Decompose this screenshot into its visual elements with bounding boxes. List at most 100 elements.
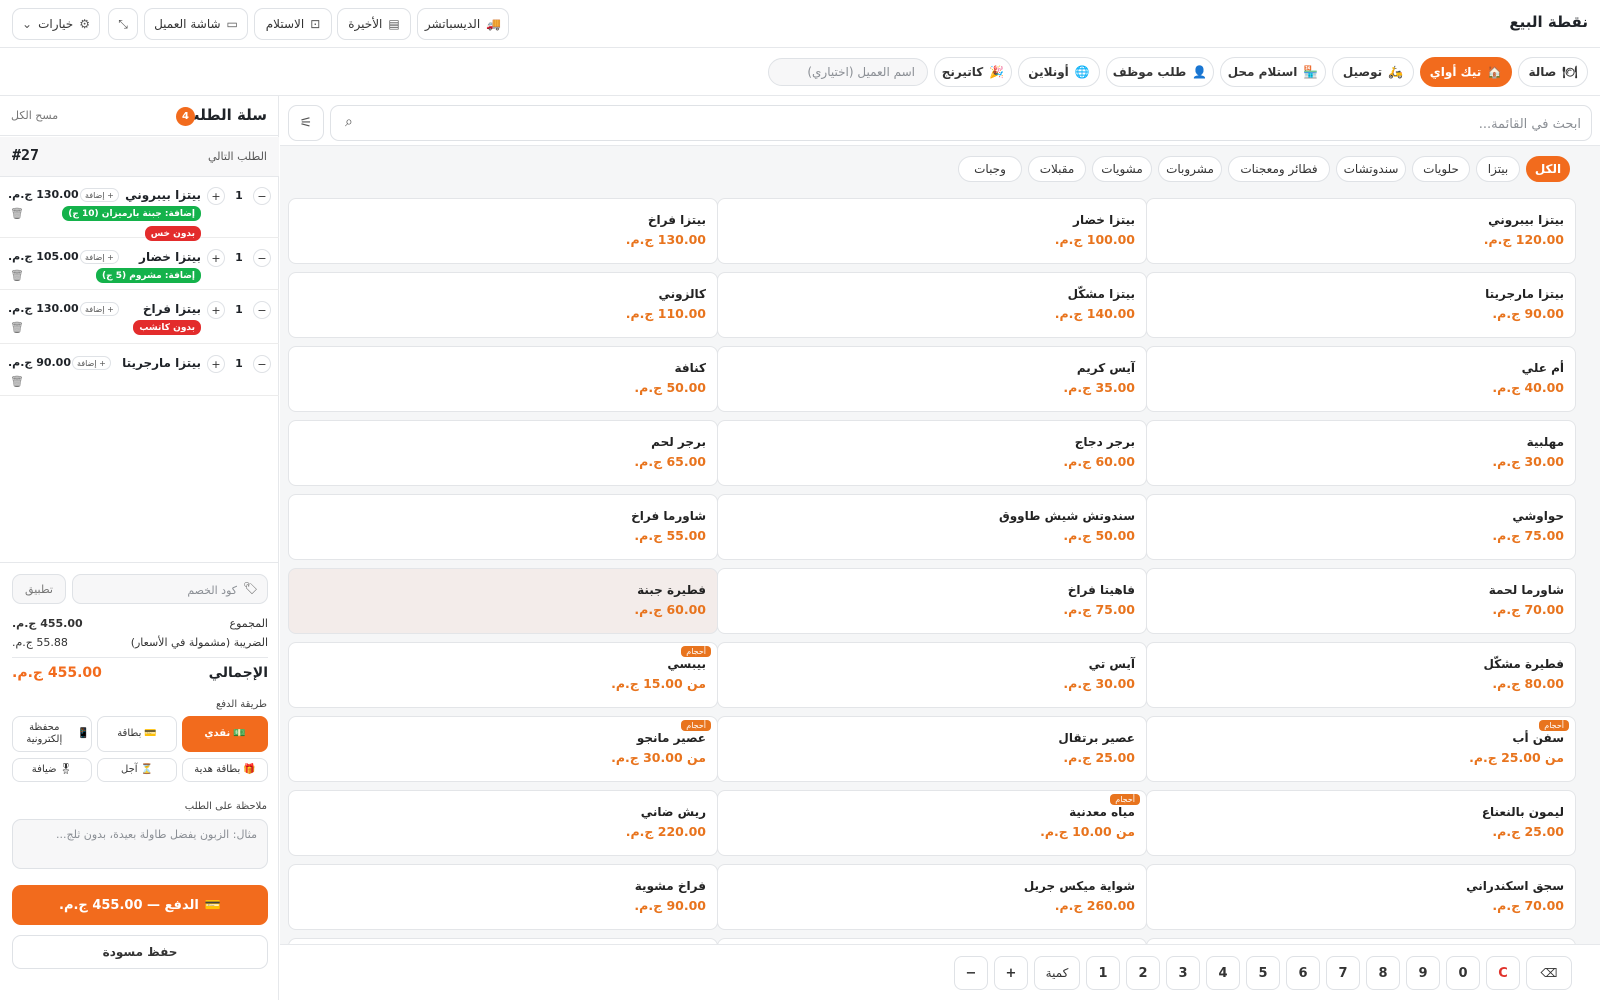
product-card[interactable]: بيتزا مشكّل 140.00 ج.م. [717, 272, 1147, 338]
product-card[interactable]: بيتزا فراخ 130.00 ج.م. [288, 198, 718, 264]
category-tab[interactable]: مشويات [1092, 156, 1152, 182]
product-card[interactable]: بيتزا مارجريتا 90.00 ج.م. [1146, 272, 1576, 338]
order-type-online[interactable]: 🌐 أونلاين [1018, 57, 1100, 87]
key-plus[interactable]: + [994, 956, 1028, 990]
pay-button[interactable]: 💳 الدفع — 455.00 ج.م. [12, 885, 268, 925]
pickup-button[interactable]: ⊡ الاستلام [254, 8, 332, 40]
decrease-button[interactable]: − [253, 301, 271, 319]
category-tab[interactable]: مشروبات [1158, 156, 1222, 182]
product-card[interactable]: فطيرة مشكّل 80.00 ج.م. [1146, 642, 1576, 708]
decrease-button[interactable]: − [253, 187, 271, 205]
product-card[interactable]: مهلبية 30.00 ج.م. [1146, 420, 1576, 486]
dispatcher-button[interactable]: 🚚 الديسباتشر [417, 8, 509, 40]
category-tab[interactable]: حلويات [1412, 156, 1470, 182]
key-9[interactable]: 9 [1406, 956, 1440, 990]
key-0[interactable]: 0 [1446, 956, 1480, 990]
product-card[interactable]: برجر لحم 65.00 ج.م. [288, 420, 718, 486]
product-card[interactable]: شاورما فراخ 55.00 ج.م. [288, 494, 718, 560]
key-2[interactable]: 2 [1126, 956, 1160, 990]
payment-wallet[interactable]: 📱 محفظة إلكترونية [12, 716, 92, 752]
product-card[interactable]: آيس كريم 35.00 ج.م. [717, 346, 1147, 412]
product-card[interactable]: سجق اسكندراني 70.00 ج.م. [1146, 864, 1576, 930]
product-card[interactable]: برجر دجاج 60.00 ج.م. [717, 420, 1147, 486]
product-card[interactable]: أحجام سفن أب من 25.00 ج.م. [1146, 716, 1576, 782]
product-card[interactable]: ريش ضاني 220.00 ج.م. [288, 790, 718, 856]
apply-coupon-button[interactable]: تطبيق [12, 574, 66, 604]
product-card[interactable]: فاهيتا فراخ 75.00 ج.م. [717, 568, 1147, 634]
key-minus[interactable]: − [954, 956, 988, 990]
product-card[interactable]: بيتزا بيبروني 120.00 ج.م. [1146, 198, 1576, 264]
trash-icon[interactable]: 🗑 [10, 375, 24, 388]
key-5[interactable]: 5 [1246, 956, 1280, 990]
coupon-input[interactable] [87, 581, 237, 599]
add-extra-button[interactable]: + إضافة [80, 250, 119, 264]
product-card[interactable]: أم علي 40.00 ج.م. [1146, 346, 1576, 412]
filter-button[interactable]: ⚟ [288, 105, 324, 141]
product-card[interactable]: فراخ مشوية 90.00 ج.م. [288, 864, 718, 930]
product-card[interactable]: أحجام مياه معدنية من 10.00 ج.م. [717, 790, 1147, 856]
payment-gift[interactable]: 🎁 بطاقة هدية [182, 758, 268, 782]
product-card[interactable]: آيس تي 30.00 ج.م. [717, 642, 1147, 708]
recent-orders-button[interactable]: ▤ الأخيرة [337, 8, 411, 40]
fullscreen-exit-button[interactable]: ⤡ [108, 8, 138, 40]
key-clear[interactable]: C [1486, 956, 1520, 990]
product-card[interactable]: شاورما لحمة 70.00 ج.م. [1146, 568, 1576, 634]
cart-item-price: 130.00 ج.م. [8, 302, 79, 315]
search-input[interactable] [381, 112, 1581, 136]
key-7[interactable]: 7 [1326, 956, 1360, 990]
decrease-button[interactable]: − [253, 355, 271, 373]
product-card[interactable]: بيتزا خضار 100.00 ج.م. [717, 198, 1147, 264]
category-tab[interactable]: الكل [1526, 156, 1570, 182]
decrease-button[interactable]: − [253, 249, 271, 267]
product-card[interactable]: شواية ميكس جريل 260.00 ج.م. [717, 864, 1147, 930]
increase-button[interactable]: + [207, 187, 225, 205]
category-tab[interactable]: وجبات [958, 156, 1022, 182]
product-card[interactable]: سندوتش شيش طاووق 50.00 ج.م. [717, 494, 1147, 560]
category-tab[interactable]: فطائر ومعجنات [1228, 156, 1330, 182]
order-type-takeaway[interactable]: 🏠 تيك أواي [1420, 57, 1512, 87]
product-card[interactable]: كنافة 50.00 ج.م. [288, 346, 718, 412]
increase-button[interactable]: + [207, 249, 225, 267]
increase-button[interactable]: + [207, 355, 225, 373]
increase-button[interactable]: + [207, 301, 225, 319]
customer-screen-button[interactable]: ▭ شاشة العميل [144, 8, 248, 40]
product-card[interactable]: أحجام عصير مانجو من 30.00 ج.م. [288, 716, 718, 782]
key-6[interactable]: 6 [1286, 956, 1320, 990]
options-button[interactable]: ⚙ خيارات ⌄ [12, 8, 100, 40]
order-type-catering[interactable]: 🎉 كاتيرنج [934, 57, 1012, 87]
category-tab[interactable]: بيتزا [1476, 156, 1520, 182]
key-4[interactable]: 4 [1206, 956, 1240, 990]
product-card[interactable]: عصير برتقال 25.00 ج.م. [717, 716, 1147, 782]
key-8[interactable]: 8 [1366, 956, 1400, 990]
product-card[interactable]: فطيرة جبنة 60.00 ج.م. [288, 568, 718, 634]
key-backspace[interactable]: ⌫ [1526, 956, 1572, 990]
product-card[interactable]: ليمون بالنعناع 25.00 ج.م. [1146, 790, 1576, 856]
add-extra-button[interactable]: + إضافة [72, 356, 111, 370]
order-type-store-pickup[interactable]: 🏪 استلام محل [1220, 57, 1326, 87]
add-extra-button[interactable]: + إضافة [80, 302, 119, 316]
product-price: 65.00 ج.م. [634, 454, 706, 469]
payment-cash[interactable]: 💵 نقدي [182, 716, 268, 752]
add-extra-button[interactable]: + إضافة [80, 188, 119, 202]
product-card[interactable]: حواوشي 75.00 ج.م. [1146, 494, 1576, 560]
trash-icon[interactable]: 🗑 [10, 321, 24, 334]
trash-icon[interactable]: 🗑 [10, 269, 24, 282]
key-3[interactable]: 3 [1166, 956, 1200, 990]
category-tab[interactable]: سندوتشات [1336, 156, 1406, 182]
save-draft-button[interactable]: حفظ مسودة [12, 935, 268, 969]
order-type-delivery[interactable]: 🛵 توصيل [1332, 57, 1414, 87]
payment-card[interactable]: 💳 بطاقة [97, 716, 177, 752]
product-card[interactable]: كالزوني 110.00 ج.م. [288, 272, 718, 338]
category-tab[interactable]: مقبلات [1028, 156, 1086, 182]
payment-hourglass[interactable]: ⏳ آجل [97, 758, 177, 782]
order-note-input[interactable] [12, 819, 268, 869]
key-1[interactable]: 1 [1086, 956, 1120, 990]
customer-name-input[interactable] [768, 58, 928, 86]
payment-medal[interactable]: 🎖 ضيافة [12, 758, 92, 782]
key-quantity[interactable]: كمية [1034, 956, 1080, 990]
order-type-staff[interactable]: 👤 طلب موظف [1106, 57, 1214, 87]
product-card[interactable]: أحجام بيبسي من 15.00 ج.م. [288, 642, 718, 708]
trash-icon[interactable]: 🗑 [10, 207, 24, 220]
clear-all-button[interactable]: مسح الكل [11, 109, 58, 122]
order-type-dine-in[interactable]: 🍽 صالة [1518, 57, 1588, 87]
